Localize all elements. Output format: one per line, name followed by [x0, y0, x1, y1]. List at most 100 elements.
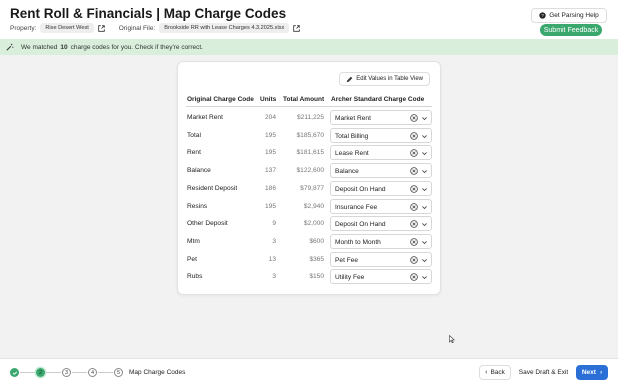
- magic-wand-icon: [6, 43, 14, 51]
- external-link-icon[interactable]: [293, 24, 301, 32]
- property-label: Property:: [10, 24, 37, 32]
- banner-suffix: charge codes for you. Check if they're c…: [70, 43, 203, 51]
- banner-prefix: We matched: [21, 43, 58, 51]
- standard-code-select[interactable]: Utility Fee: [330, 269, 432, 285]
- chevron-down-icon[interactable]: [421, 221, 428, 228]
- amount-value: $150: [309, 273, 324, 281]
- units-value: 13: [268, 255, 276, 263]
- page-header: Rent Roll & Financials | Map Charge Code…: [0, 0, 618, 39]
- standard-code-value: Lease Rent: [335, 150, 369, 158]
- step-2[interactable]: 2: [36, 368, 45, 377]
- units-value: 9: [272, 220, 276, 228]
- standard-code-value: Pet Fee: [335, 256, 359, 264]
- amount-value: $79,877: [300, 184, 324, 192]
- clear-circle-icon[interactable]: [410, 273, 418, 282]
- edit-table-view-button[interactable]: Edit Values in Table View: [339, 72, 430, 86]
- units-value: 186: [264, 184, 276, 192]
- submit-feedback-button[interactable]: Submit Feedback: [540, 24, 602, 36]
- clear-circle-icon[interactable]: [410, 238, 418, 246]
- standard-code-value: Utility Fee: [335, 274, 365, 282]
- standard-code-select[interactable]: Deposit On Hand: [330, 216, 432, 232]
- chevron-left-icon: ‹: [485, 369, 488, 376]
- clear-circle-icon[interactable]: [410, 185, 418, 193]
- chevron-down-icon[interactable]: [421, 204, 428, 211]
- chevron-down-icon[interactable]: [421, 186, 428, 193]
- file-chip: Brookside RR with Lease Charges 4.3.2025…: [159, 23, 290, 33]
- banner-count: 10: [60, 43, 68, 51]
- units-value: 3: [272, 273, 276, 281]
- standard-code-select[interactable]: Deposit On Hand: [330, 180, 432, 196]
- standard-code-select[interactable]: Balance: [330, 163, 432, 179]
- standard-code-value: Balance: [335, 168, 359, 176]
- amount-value: $181,615: [296, 149, 324, 157]
- standard-code-select[interactable]: Insurance Fee: [330, 198, 432, 214]
- pencil-icon: [346, 76, 353, 82]
- clear-circle-icon[interactable]: [410, 131, 418, 140]
- step-1-complete[interactable]: [10, 368, 19, 377]
- charge-code: Market Rent: [187, 114, 223, 121]
- step-5[interactable]: 5: [114, 368, 123, 377]
- clear-circle-icon[interactable]: [410, 220, 418, 228]
- chevron-down-icon[interactable]: [421, 274, 428, 281]
- standard-code-value: Deposit On Hand: [335, 185, 386, 193]
- footer-bar: 2 3 4 5 Map Charge Codes ‹ Back Save Dra…: [0, 358, 618, 386]
- table-row: Other Deposit 9 $2,000 Deposit On Hand: [0, 216, 618, 233]
- back-label: Back: [490, 369, 505, 376]
- standard-code-select[interactable]: Lease Rent: [330, 145, 432, 161]
- chevron-down-icon[interactable]: [421, 150, 428, 157]
- table-row: Market Rent 204 $211,225 Market Rent: [0, 110, 618, 127]
- amount-value: $185,670: [296, 131, 324, 139]
- standard-code-select[interactable]: Total Billing: [330, 127, 432, 143]
- next-label: Next: [581, 369, 596, 376]
- file-label: Original File:: [118, 24, 156, 32]
- clear-circle-icon[interactable]: [410, 149, 418, 158]
- charge-code: Total: [187, 131, 201, 139]
- check-icon: [12, 370, 17, 375]
- col-header-code: Original Charge Code: [187, 96, 254, 103]
- mouse-cursor-icon: [449, 335, 455, 343]
- chevron-down-icon[interactable]: [421, 115, 428, 122]
- chevron-down-icon[interactable]: [421, 168, 428, 175]
- standard-code-value: Insurance Fee: [335, 203, 378, 211]
- standard-code-select[interactable]: Market Rent: [330, 110, 432, 125]
- charge-code: Balance: [187, 167, 211, 175]
- amount-value: $211,225: [296, 114, 324, 121]
- standard-code-select[interactable]: Pet Fee: [330, 251, 432, 267]
- chevron-down-icon[interactable]: [421, 133, 428, 140]
- edit-label: Edit Values in Table View: [356, 76, 423, 82]
- external-link-icon[interactable]: [98, 24, 105, 32]
- get-parsing-help-button[interactable]: ? Get Parsing Help: [531, 8, 607, 23]
- standard-code-value: Deposit On Hand: [335, 221, 386, 229]
- step-connector: [72, 372, 87, 373]
- match-banner: We matched 10 charge codes for you. Chec…: [0, 39, 618, 55]
- step-connector: [98, 372, 113, 373]
- chevron-right-icon: ›: [599, 369, 603, 376]
- table-row: Resident Deposit 186 $79,877 Deposit On Han…: [0, 180, 618, 198]
- table-row: Balance 137 $122,600 Balance: [0, 163, 618, 180]
- col-header-standard: Archer Standard Charge Code: [331, 96, 425, 103]
- property-chip: Rise Desert West: [40, 23, 94, 33]
- units-value: 195: [264, 202, 276, 210]
- table-row: Mtm 3 $600 Month to Month: [0, 233, 618, 251]
- table-row: Rubs 3 $150 Utility Fee: [0, 269, 618, 286]
- next-button[interactable]: Next ›: [576, 365, 608, 380]
- amount-value: $2,940: [303, 202, 324, 210]
- chevron-down-icon[interactable]: [421, 239, 428, 246]
- table-row: Rent 195 $181,615 Lease Rent: [0, 145, 618, 162]
- back-button[interactable]: ‹ Back: [479, 365, 511, 380]
- clear-circle-icon[interactable]: [410, 202, 418, 211]
- clear-circle-icon[interactable]: [410, 167, 418, 175]
- step-4[interactable]: 4: [88, 368, 97, 377]
- clear-circle-icon[interactable]: [410, 114, 418, 122]
- charge-code: Resident Deposit: [187, 184, 238, 192]
- help-circle-icon: ?: [539, 12, 546, 19]
- chevron-down-icon[interactable]: [421, 257, 428, 264]
- save-draft-button[interactable]: Save Draft & Exit: [516, 365, 571, 380]
- help-label: Get Parsing Help: [549, 12, 599, 19]
- clear-circle-icon[interactable]: [410, 255, 418, 264]
- step-3[interactable]: 3: [62, 368, 71, 377]
- standard-code-value: Total Billing: [335, 132, 369, 140]
- amount-value: $122,600: [296, 167, 324, 175]
- current-step-label: Map Charge Codes: [129, 369, 186, 376]
- standard-code-select[interactable]: Month to Month: [330, 233, 432, 249]
